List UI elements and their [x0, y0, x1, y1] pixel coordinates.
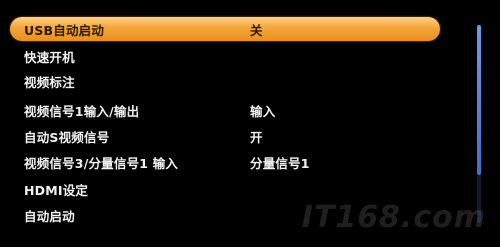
site-watermark: IT168.com: [301, 200, 486, 235]
menu-item-value: 开: [250, 129, 263, 145]
menu-item-label: 视频信号1输入/输出: [24, 103, 140, 119]
menu-item-label: 自动S视频信号: [24, 129, 110, 145]
menu-item-label: 自动启动: [24, 208, 75, 224]
menu-scrollbar[interactable]: [477, 25, 481, 223]
menu-item-label: 快速开机: [24, 49, 75, 65]
menu-item-hdmi-settings[interactable]: HDMI设定: [10, 177, 440, 201]
menu-item-quick-start[interactable]: 快速开机: [10, 44, 440, 68]
menu-item-value: 关: [250, 22, 263, 38]
menu-item-value: 分量信号1: [250, 155, 310, 171]
menu-item-label: 视频信号3/分量信号1 输入: [24, 155, 179, 171]
menu-item-video-labels[interactable]: 视频标注: [10, 69, 440, 93]
scrollbar-thumb[interactable]: [477, 25, 481, 175]
menu-item-label: HDMI设定: [24, 182, 89, 198]
menu-item-auto-s-video[interactable]: 自动S视频信号 开: [10, 124, 440, 148]
menu-item-video1-io[interactable]: 视频信号1输入/输出 输入: [10, 98, 440, 122]
menu-item-usb-autostart[interactable]: USB自动启动 关: [10, 17, 440, 41]
menu-item-value: 输入: [250, 103, 276, 119]
menu-item-label: 视频标注: [24, 74, 75, 90]
menu-item-video3-component1-input[interactable]: 视频信号3/分量信号1 输入 分量信号1: [10, 150, 440, 174]
menu-item-label: USB自动启动: [24, 22, 105, 38]
